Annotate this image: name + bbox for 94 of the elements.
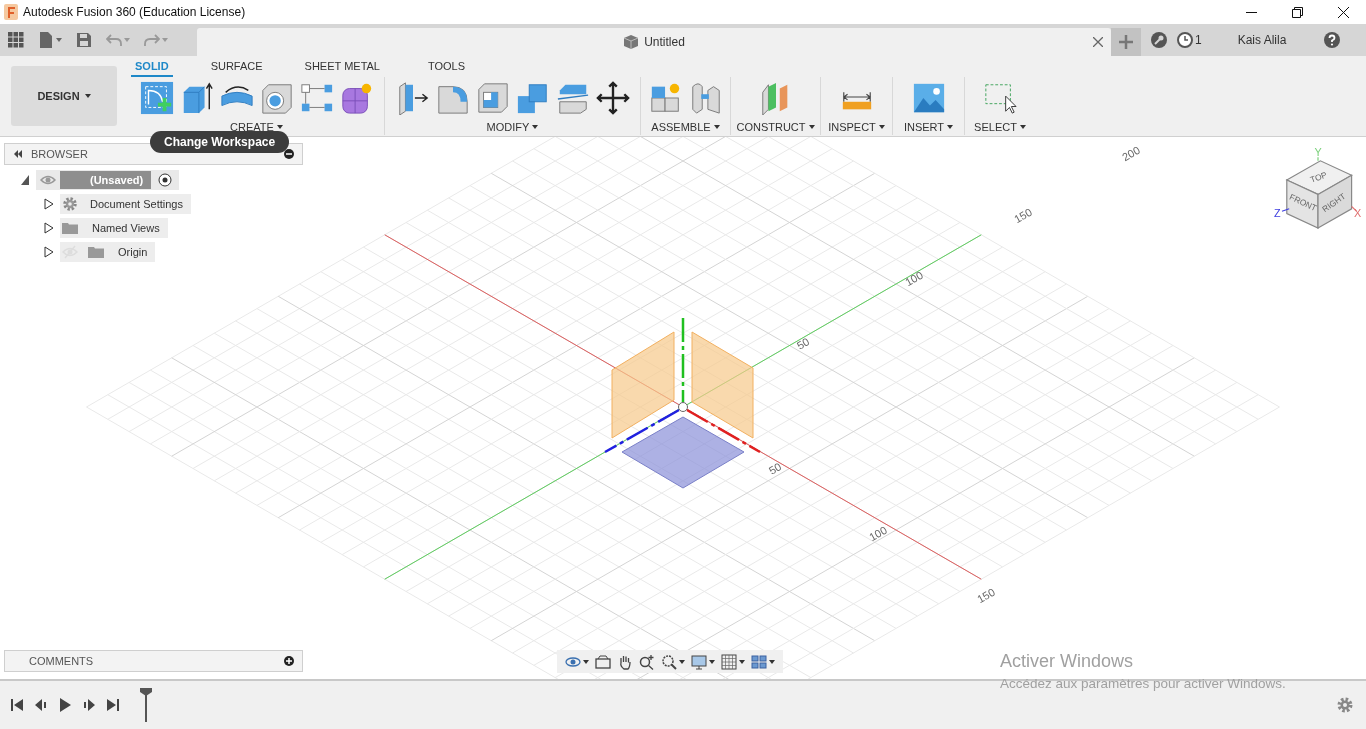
axis-tick-label: 50 bbox=[766, 460, 784, 477]
display-icon[interactable] bbox=[691, 653, 707, 670]
step-forward-icon[interactable] bbox=[82, 698, 96, 712]
new-tab-button[interactable] bbox=[1111, 28, 1141, 56]
caret-icon bbox=[878, 125, 885, 129]
collapse-triangle-icon[interactable] bbox=[20, 174, 30, 186]
zoom-icon[interactable] bbox=[639, 653, 655, 670]
minus-icon[interactable] bbox=[284, 149, 294, 159]
axis-tick-label: 100 bbox=[903, 268, 925, 289]
job-count: 1 bbox=[1195, 33, 1202, 47]
pan-hand-icon[interactable] bbox=[617, 653, 633, 670]
document-title: Untitled bbox=[644, 35, 685, 49]
axis-tick-label: 200 bbox=[1120, 143, 1142, 164]
tool-group-menu[interactable]: ASSEMBLE bbox=[649, 119, 722, 135]
viewports-icon[interactable] bbox=[751, 653, 767, 670]
tool-group-menu[interactable]: INSPECT bbox=[826, 119, 887, 135]
panel-title: BROWSER bbox=[31, 148, 89, 160]
caret-icon bbox=[56, 38, 62, 42]
timeline-marker-icon[interactable] bbox=[140, 688, 152, 722]
activation-title: Activer Windows bbox=[1000, 651, 1135, 672]
move-icon[interactable] bbox=[595, 81, 630, 115]
collapse-panel-icon[interactable] bbox=[13, 149, 23, 159]
combine-icon[interactable] bbox=[515, 81, 550, 115]
settings-icon bbox=[62, 196, 78, 212]
toolbar-tab[interactable]: TOOLS bbox=[424, 59, 470, 77]
expand-triangle-icon[interactable] bbox=[44, 198, 54, 210]
document-tab[interactable]: Untitled bbox=[197, 28, 1111, 56]
zoom-window-icon[interactable] bbox=[661, 653, 677, 670]
file-menu-button[interactable] bbox=[38, 32, 62, 48]
caret-icon bbox=[709, 659, 715, 664]
cube-icon bbox=[623, 34, 640, 50]
clock-icon[interactable] bbox=[1177, 32, 1193, 48]
hole-icon[interactable] bbox=[259, 81, 294, 115]
caret-icon bbox=[1019, 125, 1026, 129]
save-icon[interactable] bbox=[76, 32, 92, 48]
activation-message: Accédez aux paramètres pour activer Windows. bbox=[1000, 676, 1286, 691]
caret-icon bbox=[583, 659, 589, 664]
component-name: (Unsaved) bbox=[60, 171, 152, 189]
settings-icon[interactable] bbox=[1337, 697, 1353, 713]
item-label: Document Settings bbox=[90, 198, 183, 210]
expand-triangle-icon[interactable] bbox=[44, 246, 54, 258]
workspace-button[interactable]: DESIGN bbox=[11, 66, 117, 126]
toolbar-tab[interactable]: SURFACE bbox=[206, 59, 267, 77]
user-name[interactable]: Kais Alila bbox=[1237, 33, 1287, 47]
comments-panel-header[interactable]: COMMENTS bbox=[4, 650, 303, 672]
caret-icon bbox=[713, 125, 720, 129]
item-label: Named Views bbox=[92, 222, 160, 234]
folder-icon bbox=[88, 244, 104, 260]
toolbar-tab[interactable]: SHEET METAL bbox=[300, 59, 384, 77]
help-icon[interactable] bbox=[1324, 32, 1341, 48]
axis-tick-label: 150 bbox=[975, 585, 997, 606]
caret-icon bbox=[124, 38, 130, 42]
radio-icon[interactable] bbox=[157, 172, 174, 188]
app-grid-icon[interactable] bbox=[8, 32, 24, 48]
panel-title: COMMENTS bbox=[29, 655, 95, 667]
item-label: Origin bbox=[118, 246, 148, 258]
camera-icon[interactable] bbox=[595, 653, 611, 670]
step-back-icon[interactable] bbox=[34, 698, 48, 712]
caret-icon bbox=[532, 125, 539, 129]
tool-group-menu[interactable]: MODIFY bbox=[484, 119, 541, 135]
skip-to-start-icon[interactable] bbox=[10, 698, 24, 712]
caret-icon bbox=[808, 125, 815, 129]
play-icon[interactable] bbox=[58, 698, 72, 712]
caret-icon bbox=[739, 659, 745, 664]
restore-icon[interactable] bbox=[1291, 6, 1303, 18]
tool-group-menu[interactable]: CONSTRUCT bbox=[734, 119, 817, 135]
caret-icon bbox=[947, 125, 954, 129]
axis-tick-label: 100 bbox=[867, 523, 889, 544]
skip-to-end-icon[interactable] bbox=[106, 698, 120, 712]
axis-tick-label: 50 bbox=[794, 335, 812, 352]
form-icon[interactable] bbox=[339, 81, 374, 115]
tool-group-menu[interactable]: SELECT bbox=[972, 119, 1028, 135]
caret-icon bbox=[162, 38, 168, 42]
wrench-icon[interactable] bbox=[1151, 32, 1167, 48]
grid-icon[interactable] bbox=[721, 653, 737, 670]
caret-icon bbox=[769, 659, 775, 664]
browser-item[interactable]: Document Settings bbox=[60, 194, 191, 214]
axis-tick-label: 150 bbox=[1012, 205, 1034, 226]
caret-icon bbox=[84, 94, 91, 98]
expand-triangle-icon[interactable] bbox=[44, 222, 54, 234]
browser-item[interactable]: Named Views bbox=[60, 218, 168, 238]
caret-icon bbox=[679, 659, 685, 664]
caret-icon bbox=[276, 125, 283, 129]
shell-icon[interactable] bbox=[475, 81, 510, 115]
select-icon[interactable] bbox=[983, 81, 1017, 115]
tooltip: Change Workspace bbox=[150, 131, 290, 153]
folder-icon bbox=[62, 220, 78, 236]
app-logo-icon bbox=[4, 4, 18, 20]
close-icon[interactable] bbox=[1337, 6, 1349, 18]
sketch-icon[interactable] bbox=[139, 81, 174, 115]
image-icon[interactable] bbox=[911, 81, 946, 115]
tool-group-menu[interactable]: INSERT bbox=[901, 119, 956, 135]
window-title: Autodesk Fusion 360 (Education License) bbox=[23, 5, 247, 19]
browser-item[interactable]: Origin bbox=[60, 242, 156, 262]
